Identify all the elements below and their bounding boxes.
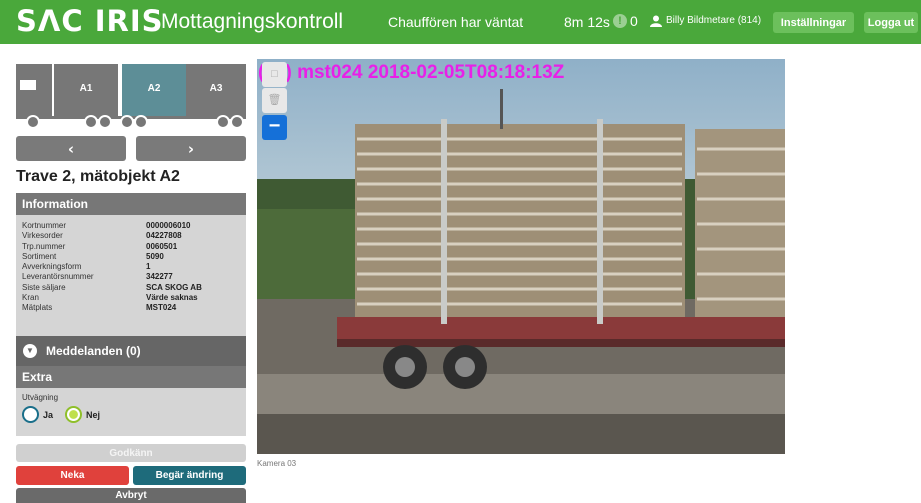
minus-icon: − — [268, 115, 281, 137]
info-row: Kran Värde saknas — [22, 293, 240, 303]
info-value: 0000006010 — [146, 221, 191, 230]
wheel — [230, 115, 244, 129]
pile-title: Trave 2, mätobjekt A2 — [16, 168, 180, 185]
info-value: 342277 — [146, 272, 173, 282]
cancel-button[interactable]: Avbryt — [16, 488, 246, 503]
logout-button[interactable]: Logga ut — [864, 12, 918, 33]
radio-no-label[interactable]: Nej — [86, 410, 100, 420]
square-icon: □ — [271, 68, 278, 80]
info-value: 0060501 — [146, 241, 178, 251]
delete-tool[interactable]: 🗑 — [262, 88, 287, 113]
camera-overlay-title: (03) mst024 2018-02-05T08:18:13Z — [258, 62, 565, 83]
wheel — [134, 115, 148, 129]
radio-yes[interactable] — [22, 406, 39, 423]
alert-count: 0 — [630, 13, 638, 29]
info-key: Leverantörsnummer — [22, 272, 94, 282]
reject-button[interactable]: Neka — [16, 466, 129, 485]
log-truck-photo — [257, 59, 785, 454]
info-key: Trp.nummer — [22, 241, 66, 251]
information-heading: Information — [16, 193, 246, 215]
info-value: SCA SKOG AB — [146, 282, 202, 292]
info-key: Sortiment — [22, 251, 57, 261]
app-title: Mottagningskontroll — [161, 10, 344, 33]
alert-icon: ! — [613, 14, 627, 28]
user-name: Billy Bildmetare (814) — [666, 15, 762, 26]
next-unit-button[interactable]: › — [136, 136, 246, 161]
logo: SΛC IRIS — [16, 4, 164, 38]
wheel — [98, 115, 112, 129]
info-row: Leverantörsnummer 342277 — [22, 272, 240, 282]
info-value: Värde saknas — [146, 293, 198, 303]
prev-unit-button[interactable]: ‹ — [16, 136, 126, 161]
info-key: Kortnummer — [22, 221, 67, 230]
extra-panel: Utvägning Ja Nej — [16, 388, 246, 436]
info-row: Avverkningsform 1 — [22, 262, 240, 272]
approve-button[interactable]: Godkänn — [16, 444, 246, 462]
info-value: 5090 — [146, 251, 164, 261]
draw-rectangle-tool[interactable]: □ — [262, 62, 287, 87]
info-key: Kran — [22, 293, 39, 303]
info-row: Sortiment 5090 — [22, 252, 240, 262]
weighing-label: Utvägning — [22, 393, 59, 402]
info-value: 04227808 — [146, 231, 182, 241]
truck-cab — [16, 64, 52, 118]
info-row: Kortnummer 0000006010 — [22, 221, 240, 231]
info-key: Avverkningsform — [22, 262, 82, 272]
alert-indicator: ! 0 — [613, 12, 638, 30]
app-header: SΛC IRIS Mottagningskontroll Chauffören … — [0, 0, 921, 44]
driver-waited-text: Chauffören har väntat — [388, 14, 524, 30]
wheel — [120, 115, 134, 129]
trash-icon: 🗑 — [267, 94, 282, 106]
radio-no[interactable] — [65, 406, 83, 423]
chevron-down-icon: ▼ — [23, 344, 37, 358]
load-unit-a2[interactable]: A2 — [122, 64, 186, 118]
load-unit-a1[interactable]: A1 — [54, 64, 118, 118]
zoom-out-button[interactable]: − — [262, 115, 287, 140]
info-row: Virkesorder 04227808 — [22, 231, 240, 241]
messages-toggle[interactable]: ▼ Meddelanden (0) — [16, 336, 246, 366]
info-key: Siste säljare — [22, 282, 66, 292]
wheel — [84, 115, 98, 129]
info-row: Siste säljare SCA SKOG AB — [22, 283, 240, 293]
load-unit-a3[interactable]: A3 — [186, 64, 246, 118]
info-value: MST024 — [146, 303, 177, 313]
info-key: Mätplats — [22, 303, 53, 313]
messages-heading: Meddelanden (0) — [46, 344, 141, 358]
weighing-radio-group: Ja Nej — [22, 406, 240, 423]
camera-image[interactable] — [257, 59, 785, 454]
radio-yes-label[interactable]: Ja — [43, 410, 53, 420]
info-value: 1 — [146, 262, 151, 272]
extra-heading: Extra — [16, 366, 246, 388]
settings-button[interactable]: Inställningar — [773, 12, 854, 33]
info-row: Trp.nummer 0060501 — [22, 242, 240, 252]
wait-timer: 8m 12s — [564, 14, 610, 30]
wheel — [216, 115, 230, 129]
camera-caption: Kamera 03 — [257, 459, 297, 468]
truck-diagram: A1 A2 A3 — [16, 64, 246, 130]
wheel — [26, 115, 40, 129]
request-change-button[interactable]: Begär ändring — [133, 466, 246, 485]
user-icon — [650, 15, 662, 27]
information-panel: Kortnummer 0000006010 Virkesorder 04227808… — [16, 215, 246, 336]
cab-window — [20, 80, 36, 90]
user-info[interactable]: Billy Bildmetare (814) — [650, 14, 761, 28]
info-row: Mätplats MST024 — [22, 303, 240, 313]
info-key: Virkesorder — [22, 231, 63, 241]
